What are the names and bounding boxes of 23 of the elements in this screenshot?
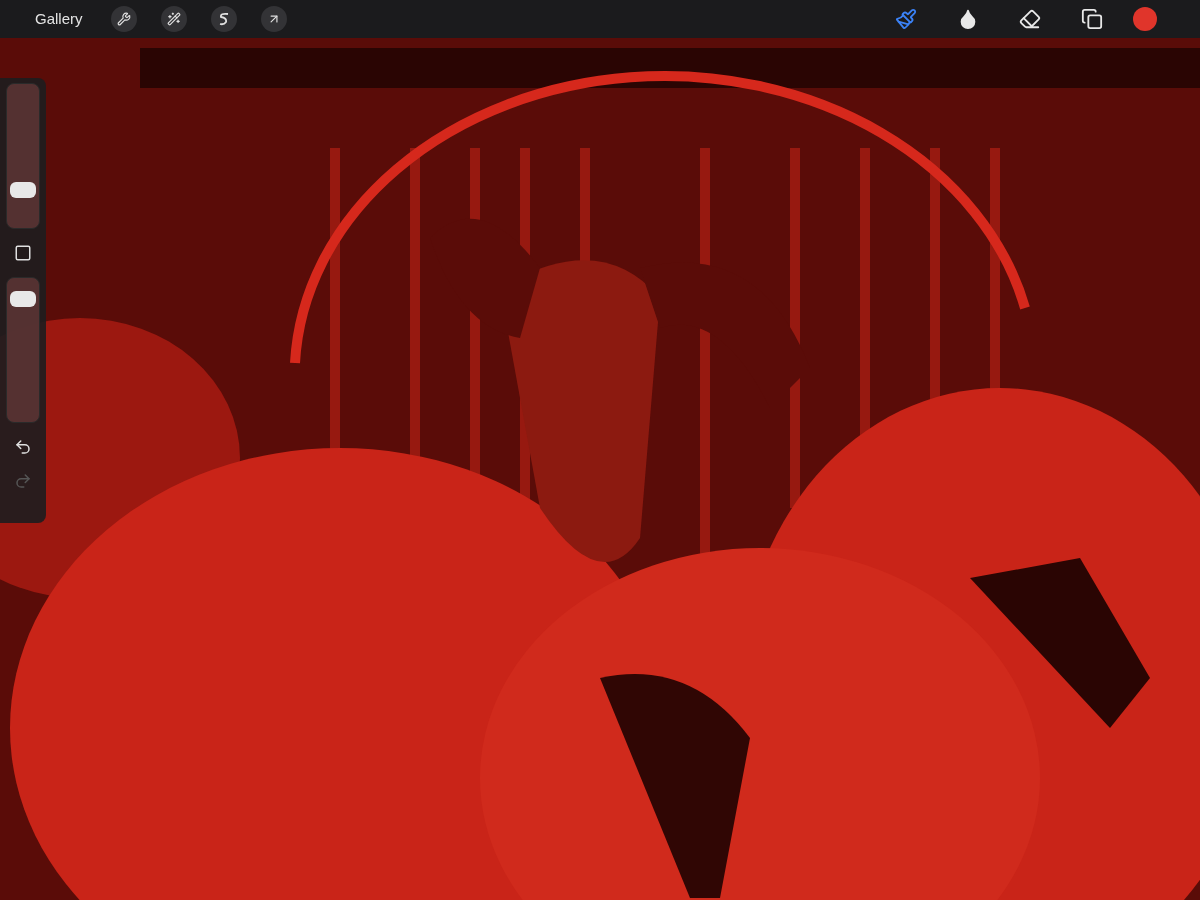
undo-icon <box>14 438 32 456</box>
selection-button[interactable] <box>210 6 237 32</box>
modify-button[interactable] <box>13 243 33 263</box>
slider-thumb[interactable] <box>10 290 36 307</box>
slider-thumb[interactable] <box>10 182 36 199</box>
undo-button[interactable] <box>13 437 33 457</box>
redo-icon <box>14 472 32 490</box>
brush-tool[interactable] <box>893 6 919 32</box>
selection-icon <box>217 12 230 26</box>
brush-icon <box>895 8 917 30</box>
gallery-button[interactable]: Gallery <box>35 7 83 31</box>
layers-icon <box>1081 8 1103 30</box>
opacity-slider[interactable] <box>6 277 40 423</box>
square-icon <box>14 244 32 262</box>
magic-wand-button[interactable] <box>160 6 187 32</box>
wrench-button[interactable] <box>110 6 137 32</box>
layers-tool[interactable] <box>1079 6 1105 32</box>
brush-size-slider[interactable] <box>6 83 40 229</box>
arrow-button[interactable] <box>260 6 287 32</box>
color-swatch[interactable] <box>1133 7 1157 31</box>
eraser-icon <box>1019 8 1041 30</box>
magic-wand-icon <box>166 12 181 26</box>
wrench-icon <box>116 12 131 26</box>
